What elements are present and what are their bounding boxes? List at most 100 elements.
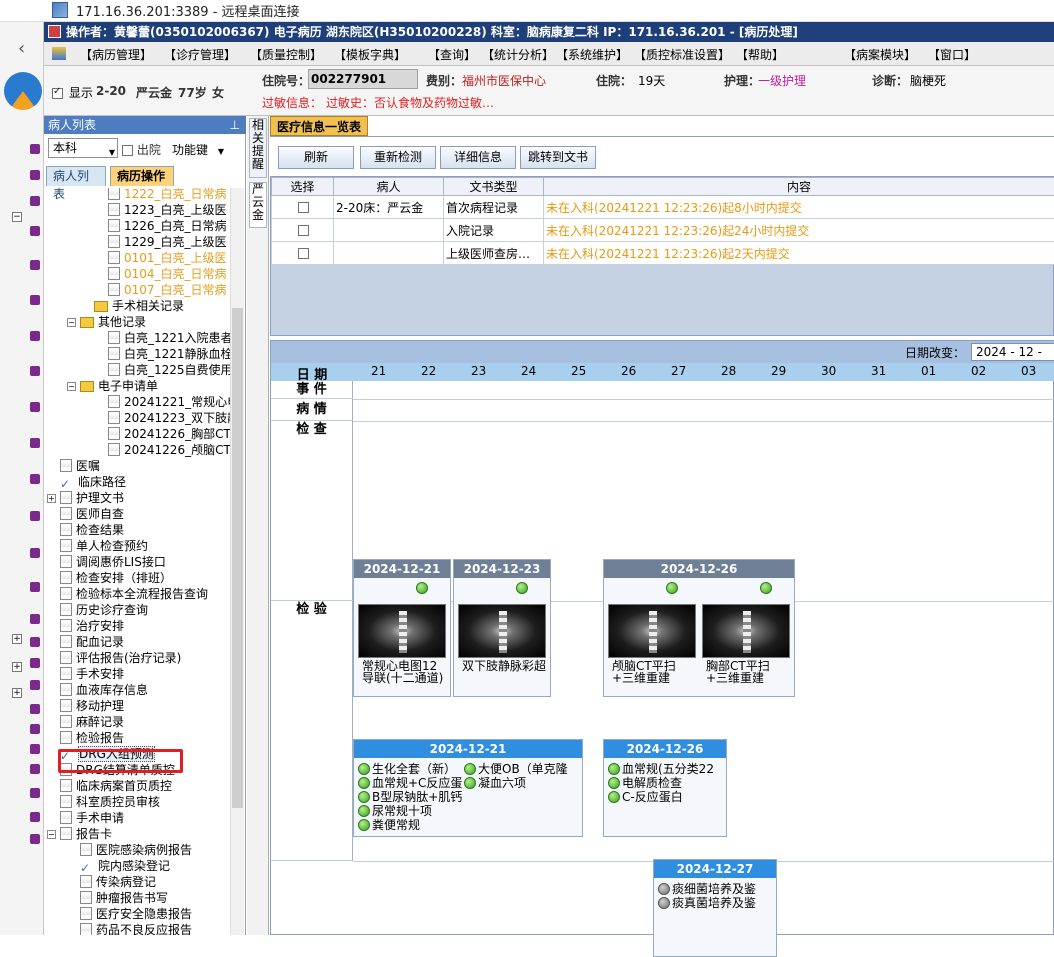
row-select-checkbox[interactable]: [298, 225, 309, 236]
lab-item[interactable]: 痰细菌培养及鉴: [658, 882, 756, 896]
tree-item[interactable]: 调阅惠侨LIS接口: [60, 554, 166, 570]
expand-icon[interactable]: +: [47, 494, 56, 503]
tree-item[interactable]: 单人检查预约: [60, 538, 148, 554]
menu-item[interactable]: 【查询】: [428, 46, 476, 63]
tree-item[interactable]: 治疗安排: [60, 618, 124, 634]
menu-item[interactable]: 【统计分析】: [482, 46, 554, 63]
tree-item[interactable]: 20241221_常规心电: [108, 394, 230, 410]
col-patient[interactable]: 病人: [334, 178, 444, 196]
row-select-checkbox[interactable]: [298, 248, 309, 259]
tree-item[interactable]: 麻醉记录: [60, 714, 124, 730]
tree-item[interactable]: 医院感染病例报告: [80, 842, 192, 858]
lab-item[interactable]: B型尿钠肽+肌钙: [358, 790, 462, 804]
menu-item[interactable]: 【窗口】: [928, 46, 976, 63]
discharge-checkbox-wrap[interactable]: 出院: [122, 141, 161, 158]
recheck-button[interactable]: 重新检测: [360, 146, 436, 169]
dept-select[interactable]: 本科 ▼: [48, 138, 118, 158]
tree-item[interactable]: 0101_白亮_上级医: [108, 250, 227, 266]
show-checkbox-wrap[interactable]: 显示: [52, 84, 93, 101]
table-row[interactable]: 上级医师查房…未在入科(20241221 12:23:26)起2天内提交: [272, 242, 1054, 265]
tree-item[interactable]: 0107_白亮_日常病: [108, 282, 227, 298]
menu-item[interactable]: 【质量控制】: [250, 46, 322, 63]
table-row[interactable]: 入院记录未在入科(20241221 12:23:26)起24小时内提交: [272, 219, 1054, 242]
exam-card[interactable]: 2024-12-26颅脑CT平扫+三维重建胸部CT平扫+三维重建: [603, 559, 795, 697]
cell-select[interactable]: [272, 242, 334, 265]
tree-item[interactable]: 1229_白亮_上级医: [108, 234, 227, 250]
lab-item[interactable]: 凝血六项: [464, 776, 526, 790]
exam-image-thumbnail[interactable]: [358, 604, 446, 658]
tab-medical-overview[interactable]: 医疗信息一览表: [270, 116, 368, 136]
tree-item[interactable]: −其他记录: [67, 314, 146, 330]
menu-app-icon[interactable]: [52, 47, 66, 60]
lab-item[interactable]: 血常规+C反应蛋: [358, 776, 462, 790]
collapse-icon[interactable]: −: [67, 382, 76, 391]
expand-icon[interactable]: +: [12, 662, 22, 672]
menu-item[interactable]: 【病历管理】: [80, 46, 152, 63]
menu-item[interactable]: 【模板字典】: [334, 46, 406, 63]
tree-item[interactable]: 移动护理: [60, 698, 124, 714]
back-arrow-icon[interactable]: ‹: [18, 38, 25, 59]
lab-item[interactable]: 生化全套（新）: [358, 762, 456, 776]
lab-card[interactable]: 2024-12-26血常规(五分类22电解质检查C-反应蛋白: [603, 739, 727, 837]
tree-item[interactable]: 临床病案首页质控: [60, 778, 172, 794]
tree-item[interactable]: 0104_白亮_日常病: [108, 266, 227, 282]
tree-item[interactable]: 肿瘤报告书写: [80, 890, 168, 906]
tree-item[interactable]: 传染病登记: [80, 874, 156, 890]
tree-item[interactable]: −报告卡: [47, 826, 112, 842]
tree-item[interactable]: 20241226_胸部CT平: [108, 426, 230, 442]
tree-item[interactable]: 历史诊疗查询: [60, 602, 148, 618]
function-key-dropdown[interactable]: 功能键 ▼: [172, 141, 224, 158]
tree-item[interactable]: 手术安排: [60, 666, 124, 682]
tree-scrollbar[interactable]: [230, 188, 244, 935]
tree-item[interactable]: 科室质控员审核: [60, 794, 160, 810]
menu-item[interactable]: 【帮助】: [736, 46, 784, 63]
show-checkbox[interactable]: [52, 88, 63, 99]
jump-to-document-button[interactable]: 跳转到文书: [520, 146, 596, 169]
tree-item[interactable]: 手术相关记录: [94, 298, 184, 314]
tree-item[interactable]: 白亮_1221静脉血栓: [108, 346, 230, 362]
cell-select[interactable]: [272, 219, 334, 242]
tree-item[interactable]: −电子申请单: [67, 378, 158, 394]
lab-item[interactable]: 血常规(五分类22: [608, 762, 714, 776]
lab-card[interactable]: 2024-12-21生化全套（新）血常规+C反应蛋B型尿钠肽+肌钙尿常规十项粪便…: [353, 739, 583, 837]
tree-item[interactable]: 手术申请: [60, 810, 124, 826]
lab-item[interactable]: 电解质检查: [608, 776, 682, 790]
detail-button[interactable]: 详细信息: [440, 146, 516, 169]
pin-icon[interactable]: ⊥: [230, 116, 240, 134]
col-select[interactable]: 选择: [272, 178, 334, 196]
refresh-button[interactable]: 刷新: [278, 146, 354, 169]
collapse-icon[interactable]: −: [12, 212, 22, 222]
tab-record-ops[interactable]: 病历操作: [110, 166, 174, 186]
tree-item[interactable]: 检查结果: [60, 522, 124, 538]
tree-item[interactable]: +护理文书: [47, 490, 124, 506]
tree-item[interactable]: 检验报告: [60, 730, 124, 746]
lab-card[interactable]: 2024-12-27痰细菌培养及鉴痰真菌培养及鉴: [653, 859, 777, 957]
exam-card[interactable]: 2024-12-21常规心电图12导联(十二通道): [353, 559, 451, 697]
menu-item[interactable]: 【质控标准设置】: [634, 46, 730, 63]
tree-item[interactable]: 检查安排（排班）: [60, 570, 172, 586]
tree-item[interactable]: 检验标本全流程报告查询: [60, 586, 208, 602]
exam-card[interactable]: 2024-12-23双下肢静脉彩超: [453, 559, 551, 697]
tree-item[interactable]: 20241223_双下肢静: [108, 410, 230, 426]
lab-item[interactable]: 大便OB（单克隆: [464, 762, 568, 776]
tab-patient-list[interactable]: 病人列表: [46, 166, 106, 186]
exam-image-thumbnail[interactable]: [608, 604, 696, 658]
collapse-icon[interactable]: −: [47, 830, 56, 839]
menu-item[interactable]: 【病案模块】: [844, 46, 916, 63]
menu-item[interactable]: 【诊疗管理】: [164, 46, 236, 63]
tree-item[interactable]: 白亮_1221入院患者: [108, 330, 230, 346]
tree-item[interactable]: ✓院内感染登记: [80, 858, 170, 874]
tree-item[interactable]: 1226_白亮_日常病: [108, 218, 227, 234]
lab-item[interactable]: 痰真菌培养及鉴: [658, 896, 756, 910]
exam-image-thumbnail[interactable]: [702, 604, 790, 658]
table-row[interactable]: 2-20床：严云金首次病程记录未在入科(20241221 12:23:26)起8…: [272, 196, 1054, 219]
tree-item[interactable]: 白亮_1225自费使用: [108, 362, 230, 378]
tree-item[interactable]: 评估报告(治疗记录): [60, 650, 181, 666]
lab-item[interactable]: 粪便常规: [358, 818, 420, 832]
expand-icon[interactable]: +: [12, 688, 22, 698]
tree-item[interactable]: 配血记录: [60, 634, 124, 650]
lab-item[interactable]: C-反应蛋白: [608, 790, 683, 804]
tab-related-reminder[interactable]: 相关提醒: [249, 118, 267, 178]
expand-icon[interactable]: +: [12, 634, 22, 644]
collapse-icon[interactable]: −: [67, 318, 76, 327]
